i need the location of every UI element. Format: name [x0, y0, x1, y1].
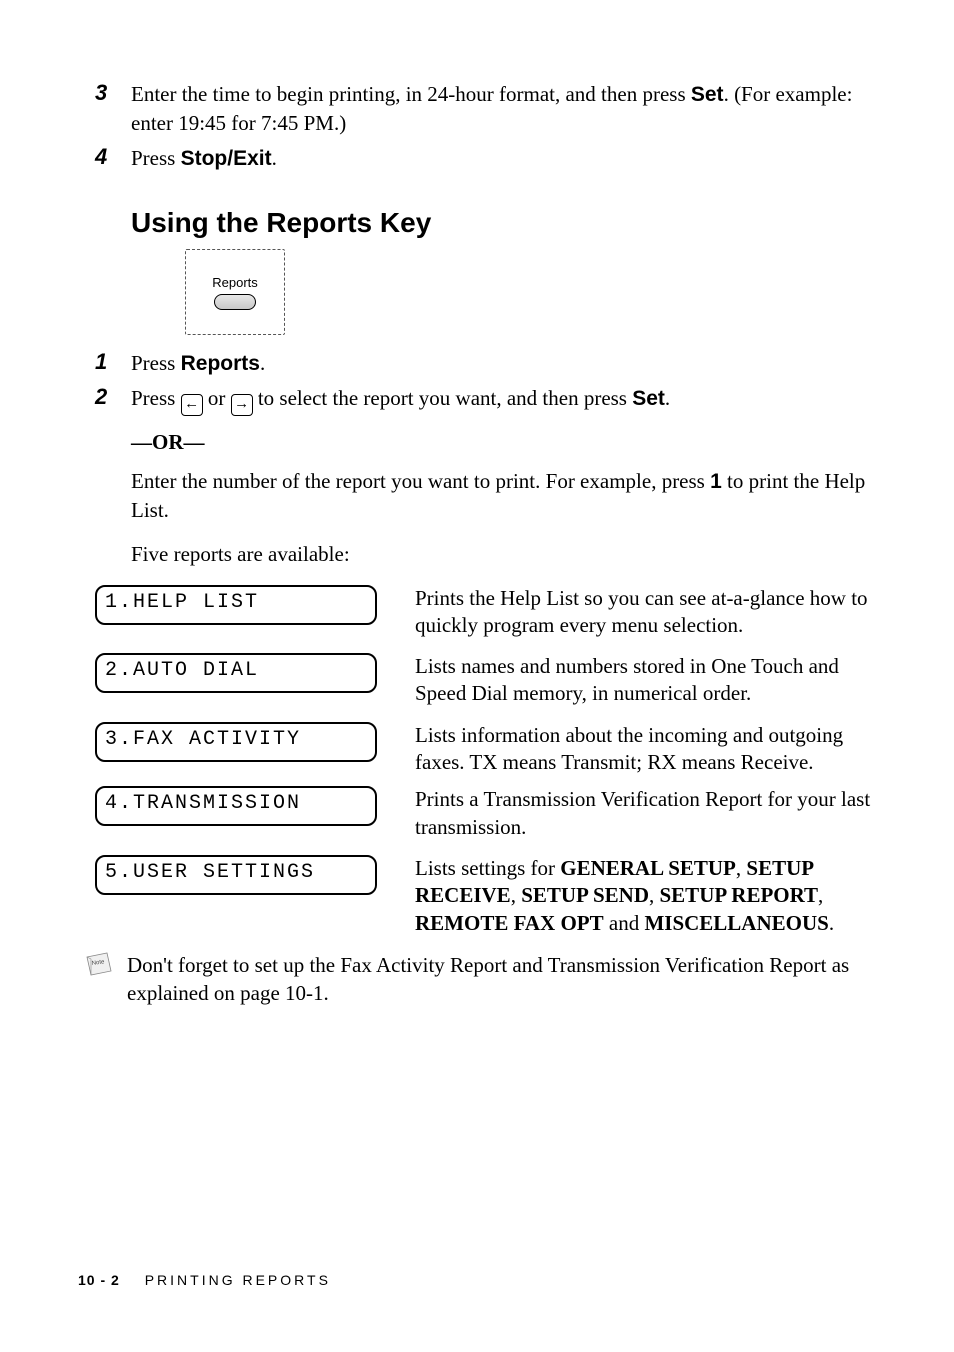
or-separator: —OR—	[131, 430, 884, 455]
step-number: 1	[95, 349, 131, 378]
step-number: 2	[95, 384, 131, 415]
report-row: 1.HELP LIST Prints the Help List so you c…	[95, 585, 884, 640]
note-icon: Note	[85, 951, 115, 977]
report-description: Prints the Help List so you can see at-a…	[415, 585, 884, 640]
left-arrow-icon: ←	[181, 394, 203, 416]
footer-title: PRINTING REPORTS	[145, 1272, 331, 1288]
lcd-display: 5.USER SETTINGS	[95, 855, 377, 895]
lcd-display: 1.HELP LIST	[95, 585, 377, 625]
report-description: Prints a Transmission Verification Repor…	[415, 786, 884, 841]
five-reports-text: Five reports are available:	[131, 540, 884, 568]
reports-button-label: Reports	[212, 275, 258, 290]
page-footer: 10 - 2 PRINTING REPORTS	[78, 1272, 331, 1288]
reports-physical-button	[214, 294, 256, 310]
page-number: 10 - 2	[78, 1272, 120, 1288]
section-heading: Using the Reports Key	[131, 207, 884, 239]
report-description: Lists settings for GENERAL SETUP, SETUP …	[415, 855, 884, 937]
step-number: 4	[95, 144, 131, 173]
note-text: Don't forget to set up the Fax Activity …	[127, 951, 884, 1008]
right-arrow-icon: →	[231, 394, 253, 416]
step-body: Press ← or → to select the report you wa…	[131, 384, 884, 415]
lcd-display: 2.AUTO DIAL	[95, 653, 377, 693]
report-row: 2.AUTO DIAL Lists names and numbers store…	[95, 653, 884, 708]
report-description: Lists names and numbers stored in One To…	[415, 653, 884, 708]
report-row: 3.FAX ACTIVITY Lists information about th…	[95, 722, 884, 777]
report-row: 5.USER SETTINGS Lists settings for GENERA…	[95, 855, 884, 937]
step-body: Press Reports.	[131, 349, 884, 378]
lcd-display: 3.FAX ACTIVITY	[95, 722, 377, 762]
step-body: Press Stop/Exit.	[131, 144, 884, 173]
enter-number-instruction: Enter the number of the report you want …	[131, 467, 884, 525]
report-description: Lists information about the incoming and…	[415, 722, 884, 777]
lcd-display: 4.TRANSMISSION	[95, 786, 377, 826]
step-body: Enter the time to begin printing, in 24-…	[131, 80, 884, 138]
report-row: 4.TRANSMISSION Prints a Transmission Veri…	[95, 786, 884, 841]
reports-button-diagram: Reports	[185, 249, 285, 335]
step-number: 3	[95, 80, 131, 138]
